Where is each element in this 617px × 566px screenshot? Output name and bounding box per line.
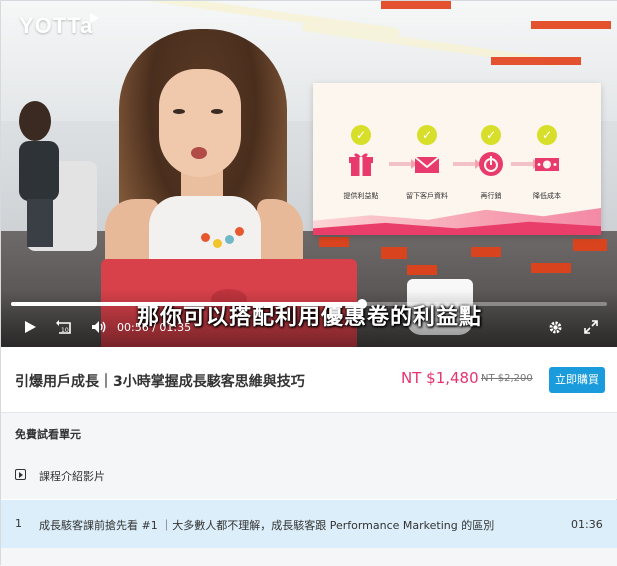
host-face xyxy=(159,69,241,177)
free-preview-header: 免費試看單元 xyxy=(1,413,617,453)
progress-knob[interactable] xyxy=(357,299,368,309)
lesson-number: 1 xyxy=(15,517,22,530)
logo-text: YOTTa xyxy=(19,13,94,38)
check-icon: ✓ xyxy=(537,125,557,145)
decor-tile xyxy=(531,263,571,273)
decor-tile xyxy=(319,237,349,247)
overlay-step: ✓ 留下客戶資料 xyxy=(397,125,457,201)
host-mouth xyxy=(191,147,207,159)
fullscreen-icon[interactable] xyxy=(584,320,598,334)
host-eye xyxy=(211,109,223,114)
duration: 01:35 xyxy=(159,321,192,334)
check-icon: ✓ xyxy=(481,125,501,145)
check-icon: ✓ xyxy=(417,125,437,145)
lesson-item[interactable]: 1 成長駭客課前搶先看 #1 ｜大多數人都不理解，成長駭客跟 Performan… xyxy=(1,500,617,548)
step-label: 降低成本 xyxy=(533,192,561,200)
necklace-bead xyxy=(225,235,234,244)
buy-now-button[interactable]: 立即購買 xyxy=(549,367,605,393)
yotta-logo: YOTTa xyxy=(19,13,93,39)
intro-video-item[interactable]: 課程介紹影片 xyxy=(1,453,617,499)
current-time: 00:56 xyxy=(117,321,149,334)
lesson-duration: 01:36 xyxy=(571,518,603,531)
ceiling-beam xyxy=(381,1,451,9)
background-person xyxy=(19,101,59,247)
logo-flag-icon xyxy=(90,13,99,23)
overlay-step: ✓ 降低成本 xyxy=(517,125,577,201)
decor-tile xyxy=(573,239,607,251)
video-player[interactable]: ✓ 提供利益點 ✓ 留下客戶資料 ✓ 再行銷 ✓ 降低成本 YOTTa 那你可以… xyxy=(1,1,617,347)
ceiling-beam xyxy=(531,21,611,29)
rewind-10-icon[interactable]: 10 xyxy=(56,320,73,335)
gear-icon[interactable] xyxy=(548,320,563,335)
power-icon xyxy=(479,152,503,176)
intro-video-label: 課程介紹影片 xyxy=(39,470,105,483)
decor-tile xyxy=(381,247,407,259)
bottom-strip xyxy=(1,548,617,566)
lesson-title: 成長駭客課前搶先看 #1 ｜大多數人都不理解，成長駭客跟 Performance… xyxy=(39,519,495,532)
overlay-step: ✓ 提供利益點 xyxy=(331,125,391,201)
step-label: 留下客戶資料 xyxy=(406,192,448,200)
original-price: NT $2,200 xyxy=(481,373,533,384)
course-info-bar: 引爆用戶成長｜3小時掌握成長駭客思維與技巧 NT $1,480 NT $2,20… xyxy=(1,347,617,413)
decor-tile xyxy=(471,247,501,257)
infographic-overlay: ✓ 提供利益點 ✓ 留下客戶資料 ✓ 再行銷 ✓ 降低成本 xyxy=(313,83,601,235)
time-display: 00:56 / 01:35 xyxy=(117,321,191,334)
free-preview-title: 免費試看單元 xyxy=(15,428,81,441)
volume-icon[interactable] xyxy=(91,320,107,334)
gift-icon xyxy=(349,153,373,176)
course-player-card: ✓ 提供利益點 ✓ 留下客戶資料 ✓ 再行銷 ✓ 降低成本 YOTTa 那你可以… xyxy=(0,0,617,566)
progress-bar[interactable] xyxy=(11,299,607,309)
host-eye xyxy=(173,109,185,114)
play-box-icon xyxy=(15,469,26,480)
course-title: 引爆用戶成長｜3小時掌握成長駭客思維與技巧 xyxy=(15,374,305,390)
progress-fill xyxy=(11,302,363,306)
step-label: 再行銷 xyxy=(480,192,502,200)
step-label: 提供利益點 xyxy=(343,192,379,200)
check-icon: ✓ xyxy=(351,125,371,145)
ceiling-beam xyxy=(491,57,581,65)
necklace-bead xyxy=(213,239,222,248)
necklace-bead xyxy=(201,233,210,242)
play-icon[interactable] xyxy=(23,320,37,334)
envelope-icon xyxy=(414,156,440,173)
necklace-bead xyxy=(235,227,244,236)
money-icon xyxy=(535,158,559,171)
sale-price: NT $1,480 xyxy=(401,369,479,387)
svg-text:10: 10 xyxy=(61,327,69,334)
decor-tile xyxy=(407,265,437,275)
